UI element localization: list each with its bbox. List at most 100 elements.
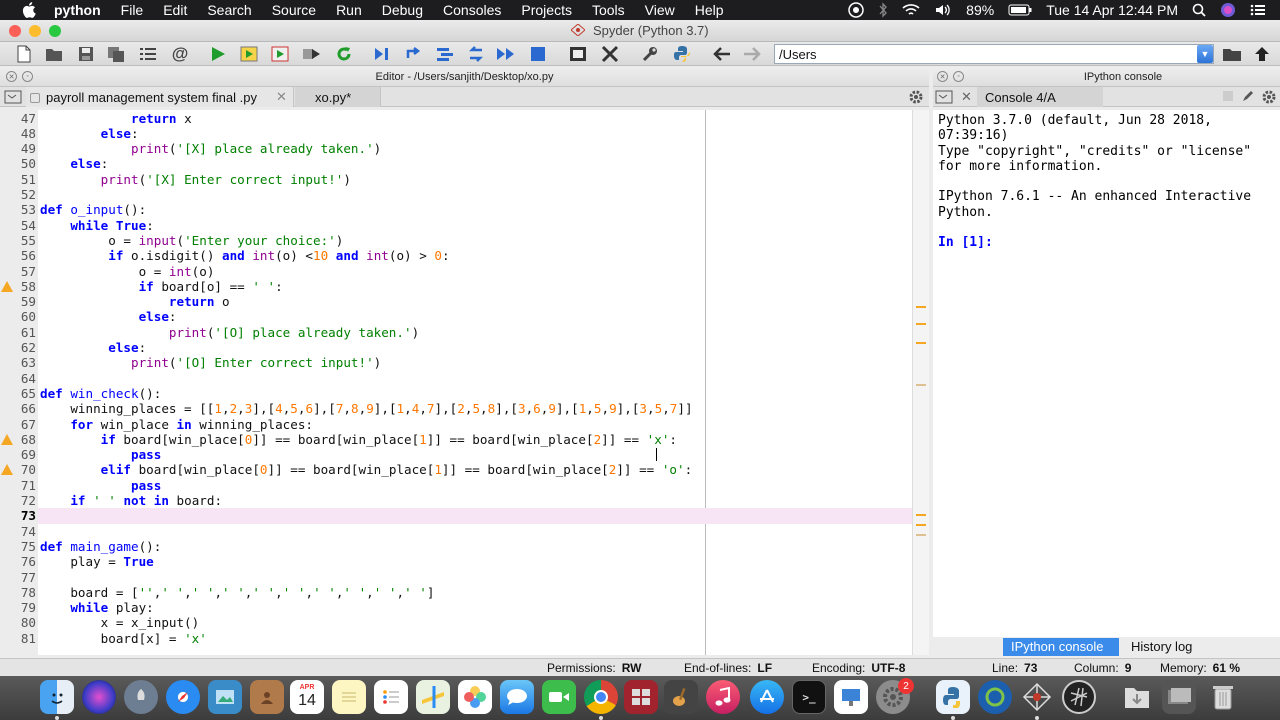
- browse-tabs-icon[interactable]: [4, 90, 24, 107]
- run-icon[interactable]: [208, 45, 228, 63]
- save-all-icon[interactable]: [106, 45, 126, 63]
- code-line[interactable]: [0, 524, 912, 539]
- wifi-icon[interactable]: [902, 3, 920, 17]
- tab-ipython-console[interactable]: IPython console: [1003, 638, 1119, 656]
- step-return-icon[interactable]: [466, 45, 486, 63]
- garageband-guitar-icon[interactable]: [664, 680, 698, 714]
- save-icon[interactable]: [76, 45, 96, 63]
- code-line[interactable]: def main_game():: [0, 539, 912, 554]
- preview-photo-icon[interactable]: [208, 680, 242, 714]
- code-line[interactable]: print('[X] Enter correct input!'): [0, 172, 912, 187]
- code-line[interactable]: else:: [0, 126, 912, 141]
- app-store-icon[interactable]: [750, 680, 784, 714]
- fullscreen-icon[interactable]: [600, 45, 620, 63]
- console-options-gear-icon[interactable]: [1261, 89, 1277, 108]
- close-pane-icon[interactable]: ✕: [937, 71, 948, 82]
- working-directory-input[interactable]: /Users ▼: [774, 44, 1214, 64]
- close-tab-icon[interactable]: ✕: [276, 89, 287, 105]
- menu-python[interactable]: python: [54, 2, 101, 18]
- interrupt-kernel-icon[interactable]: [1223, 91, 1233, 101]
- browse-tabs-icon[interactable]: [935, 90, 955, 107]
- back-arrow-icon[interactable]: [712, 45, 732, 63]
- battery-icon[interactable]: [1008, 4, 1032, 16]
- code-line[interactable]: if board[o] == ' ':: [0, 279, 912, 294]
- continue-icon[interactable]: [496, 45, 516, 63]
- code-line[interactable]: return x: [0, 111, 912, 126]
- menu-edit[interactable]: Edit: [163, 2, 187, 18]
- code-line[interactable]: print('[X] place already taken.'): [0, 141, 912, 156]
- tab-xo[interactable]: xo.py*: [295, 87, 381, 107]
- menu-source[interactable]: Source: [272, 2, 316, 18]
- code-line[interactable]: pass: [0, 478, 912, 493]
- close-console-icon[interactable]: ✕: [961, 89, 972, 105]
- ipython-console[interactable]: Python 3.7.0 (default, Jun 28 2018, 07:3…: [933, 110, 1280, 637]
- tab-console-4a[interactable]: Console 4/A: [977, 87, 1103, 107]
- code-line[interactable]: print('[O] place already taken.'): [0, 325, 912, 340]
- python-path-icon[interactable]: [672, 45, 692, 63]
- messages-icon[interactable]: [500, 680, 534, 714]
- forward-arrow-icon[interactable]: [742, 45, 762, 63]
- rerun-icon[interactable]: [334, 45, 354, 63]
- browse-folder-icon[interactable]: [1222, 45, 1242, 63]
- chevron-down-icon[interactable]: ▼: [1197, 45, 1213, 63]
- new-file-icon[interactable]: [14, 45, 34, 63]
- tab-history-log[interactable]: History log: [1123, 638, 1213, 656]
- facetime-icon[interactable]: [542, 680, 576, 714]
- screenshot-stack-icon[interactable]: [1162, 680, 1196, 714]
- python-launcher-icon[interactable]: [936, 680, 970, 714]
- volume-icon[interactable]: [934, 3, 952, 17]
- menu-help[interactable]: Help: [695, 2, 724, 18]
- debug-icon[interactable]: [372, 45, 392, 63]
- menu-consoles[interactable]: Consoles: [443, 2, 501, 18]
- terminal-icon[interactable]: >_: [792, 680, 826, 714]
- clock[interactable]: Tue 14 Apr 12:44 PM: [1046, 2, 1178, 18]
- step-icon[interactable]: [404, 45, 424, 63]
- code-line[interactable]: [0, 570, 912, 585]
- reminders-icon[interactable]: [374, 680, 408, 714]
- music-note-icon[interactable]: [706, 680, 740, 714]
- aperture-icon[interactable]: [1062, 680, 1096, 714]
- photo-booth-icon[interactable]: [624, 680, 658, 714]
- code-line[interactable]: play = True: [0, 554, 912, 569]
- run-cell-advance-icon[interactable]: [271, 45, 291, 63]
- finder-icon[interactable]: [40, 680, 74, 714]
- run-cell-icon[interactable]: [240, 45, 260, 63]
- tab-payroll[interactable]: payroll management system final .py ✕: [26, 87, 294, 107]
- maps-icon[interactable]: [416, 680, 450, 714]
- undock-pane-icon[interactable]: ◦: [953, 71, 964, 82]
- tab-scroll-left-icon[interactable]: [30, 93, 40, 103]
- code-line[interactable]: print('[O] Enter correct input!'): [0, 355, 912, 370]
- notes-icon[interactable]: [332, 680, 366, 714]
- spotlight-search-icon[interactable]: [1192, 3, 1206, 17]
- code-line[interactable]: [0, 371, 912, 386]
- anaconda-icon[interactable]: [978, 680, 1012, 714]
- chrome-icon[interactable]: [584, 680, 618, 714]
- menu-file[interactable]: File: [121, 2, 144, 18]
- menu-tools[interactable]: Tools: [592, 2, 625, 18]
- code-line[interactable]: board[x] = 'x': [0, 631, 912, 646]
- code-line[interactable]: o = input('Enter your choice:'): [0, 233, 912, 248]
- code-line[interactable]: board = ['',' ',' ',' ',' ',' ',' ',' ',…: [0, 585, 912, 600]
- preferences-wrench-icon[interactable]: [640, 45, 660, 63]
- step-into-icon[interactable]: [436, 45, 456, 63]
- code-editor[interactable]: 47 48 49 50 51 52 53 54 55 56 57 58 59 60 61 62 63 64 65 66…: [0, 110, 929, 655]
- code-line[interactable]: elif board[win_place[0]] == board[win_pl…: [0, 462, 912, 477]
- menu-view[interactable]: View: [645, 2, 675, 18]
- trash-icon[interactable]: [1206, 680, 1240, 714]
- photos-icon[interactable]: [458, 680, 492, 714]
- siri-icon[interactable]: [82, 680, 116, 714]
- code-line[interactable]: else:: [0, 156, 912, 171]
- code-line[interactable]: def win_check():: [0, 386, 912, 401]
- contacts-book-icon[interactable]: [250, 680, 284, 714]
- editor-options-gear-icon[interactable]: [908, 89, 924, 108]
- safari-compass-icon[interactable]: [166, 680, 200, 714]
- code-line[interactable]: while True:: [0, 218, 912, 233]
- downloads-folder-icon[interactable]: [1120, 680, 1154, 714]
- code-line[interactable]: [0, 187, 912, 202]
- code-line[interactable]: winning_places = [[1,2,3],[4,5,6],[7,8,9…: [0, 401, 912, 416]
- code-line[interactable]: else:: [0, 309, 912, 324]
- editor-scrollbar[interactable]: [912, 110, 929, 655]
- code-line[interactable]: def o_input():: [0, 202, 912, 217]
- code-line[interactable]: for win_place in winning_places:: [0, 417, 912, 432]
- siri-icon[interactable]: [1220, 2, 1236, 18]
